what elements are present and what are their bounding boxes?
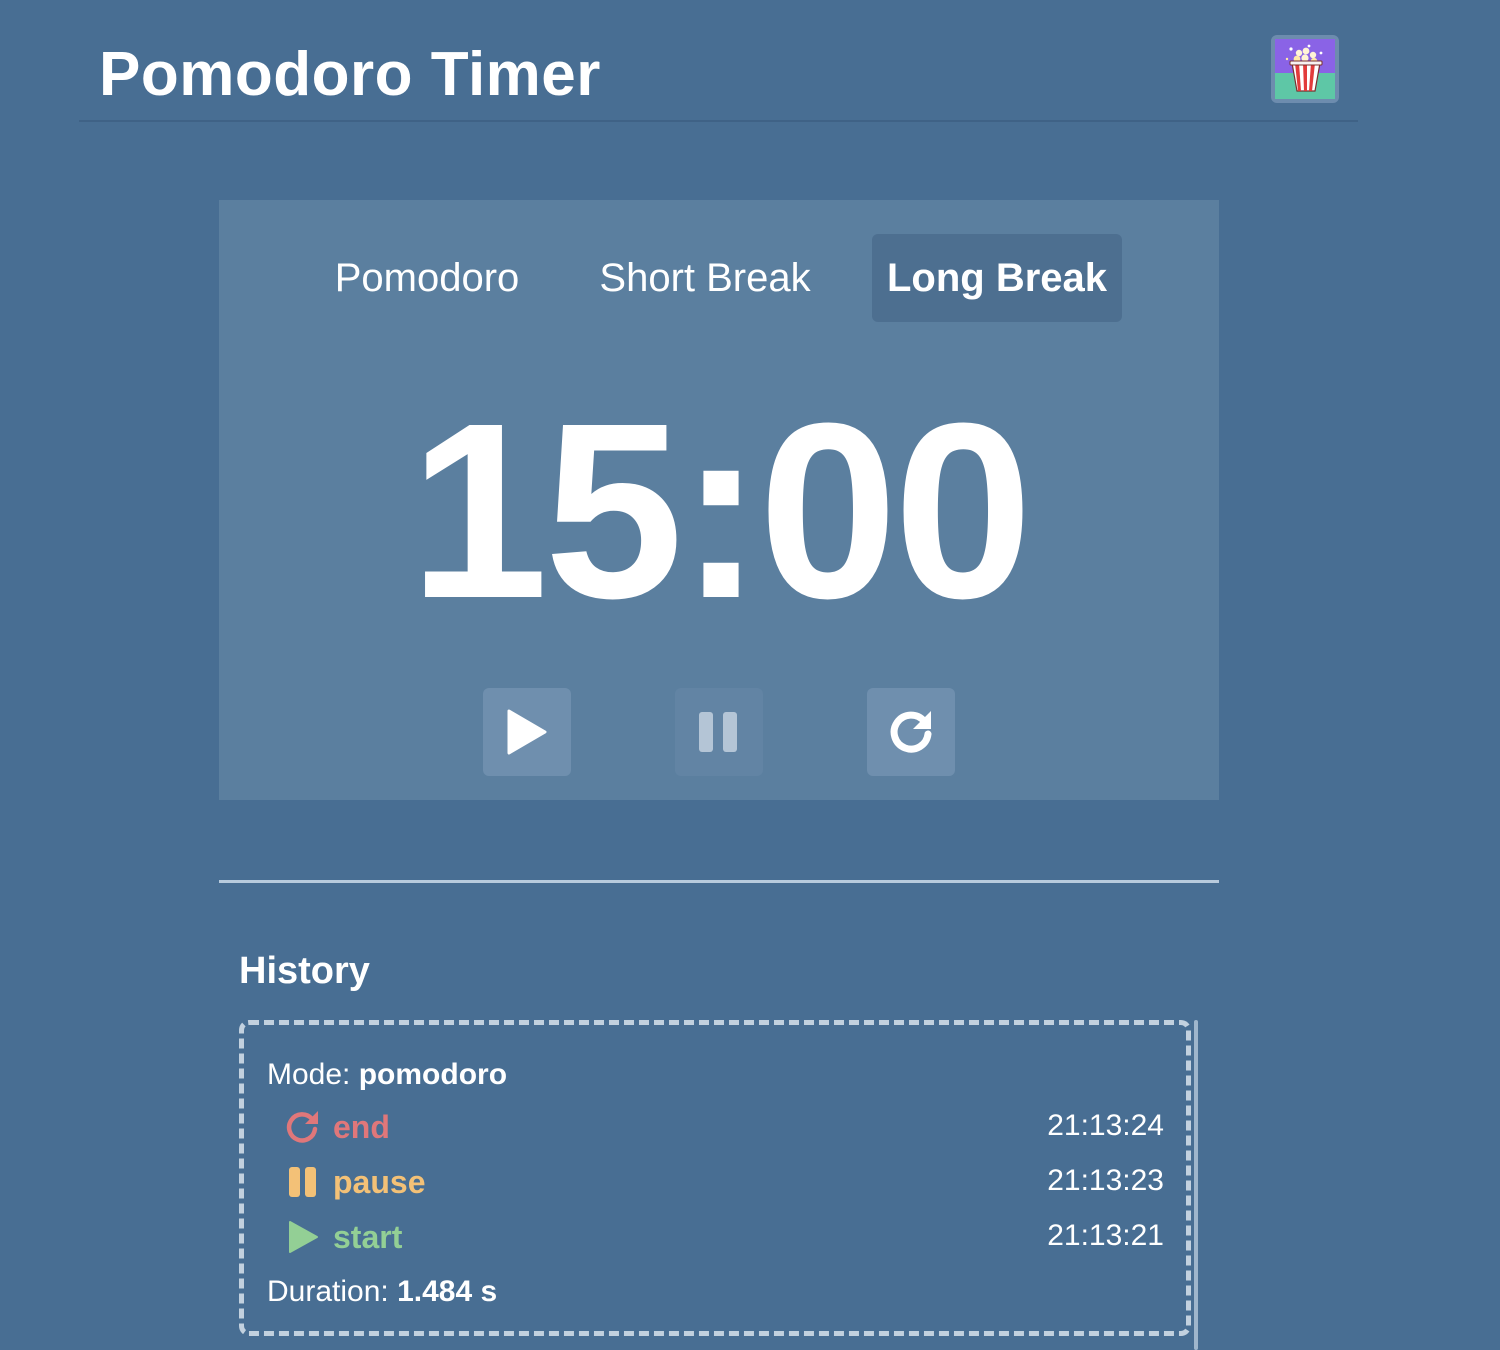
popcorn-icon <box>1275 39 1335 99</box>
tab-short-break[interactable]: Short Break <box>579 234 831 322</box>
play-icon <box>289 1221 318 1253</box>
history-event-end: end 21:13:24 <box>286 1105 1164 1149</box>
event-time: 21:13:21 <box>1047 1219 1164 1252</box>
pause-icon <box>289 1167 316 1197</box>
start-button[interactable] <box>483 688 571 776</box>
event-label: end <box>333 1109 390 1145</box>
session-duration: Duration: 1.484 s <box>267 1272 497 1312</box>
event-time: 21:13:23 <box>1047 1164 1164 1197</box>
event-label: pause <box>333 1164 426 1200</box>
session-mode-value: pomodoro <box>358 1058 508 1091</box>
duration-value: 1.484 s <box>397 1275 498 1308</box>
reset-icon <box>890 711 932 753</box>
event-label: start <box>333 1219 403 1255</box>
session-mode-label: Mode: <box>267 1058 351 1091</box>
pause-icon <box>699 712 737 752</box>
section-divider <box>219 880 1219 883</box>
history-event-start: start 21:13:21 <box>286 1215 1164 1259</box>
reset-icon <box>286 1111 318 1143</box>
mode-tabs: Pomodoro Short Break Long Break <box>219 234 1219 322</box>
time-display: 15:00 <box>409 371 1032 650</box>
reset-button[interactable] <box>867 688 955 776</box>
duration-label: Duration: <box>267 1275 389 1308</box>
history-title: History <box>239 950 370 992</box>
tab-long-break[interactable]: Long Break <box>872 234 1122 322</box>
pause-button[interactable] <box>675 688 763 776</box>
event-time: 21:13:24 <box>1047 1109 1164 1142</box>
app-title: Pomodoro Timer <box>99 40 601 109</box>
header: Pomodoro Timer <box>79 0 1358 122</box>
history-scrollbar[interactable] <box>1194 1020 1198 1350</box>
history-session: Mode: pomodoro end 21:13:24 pause 21:13:… <box>239 1020 1191 1336</box>
tab-pomodoro[interactable]: Pomodoro <box>315 234 539 322</box>
session-mode: Mode: pomodoro <box>267 1055 507 1095</box>
avatar-button[interactable] <box>1271 35 1339 103</box>
timer-card: Pomodoro Short Break Long Break 15:00 <box>219 200 1219 800</box>
history-event-pause: pause 21:13:23 <box>286 1160 1164 1204</box>
pomodoro-app: Pomodoro Timer Pomodoro Short Break Long… <box>0 0 1500 1350</box>
play-icon <box>507 709 547 755</box>
